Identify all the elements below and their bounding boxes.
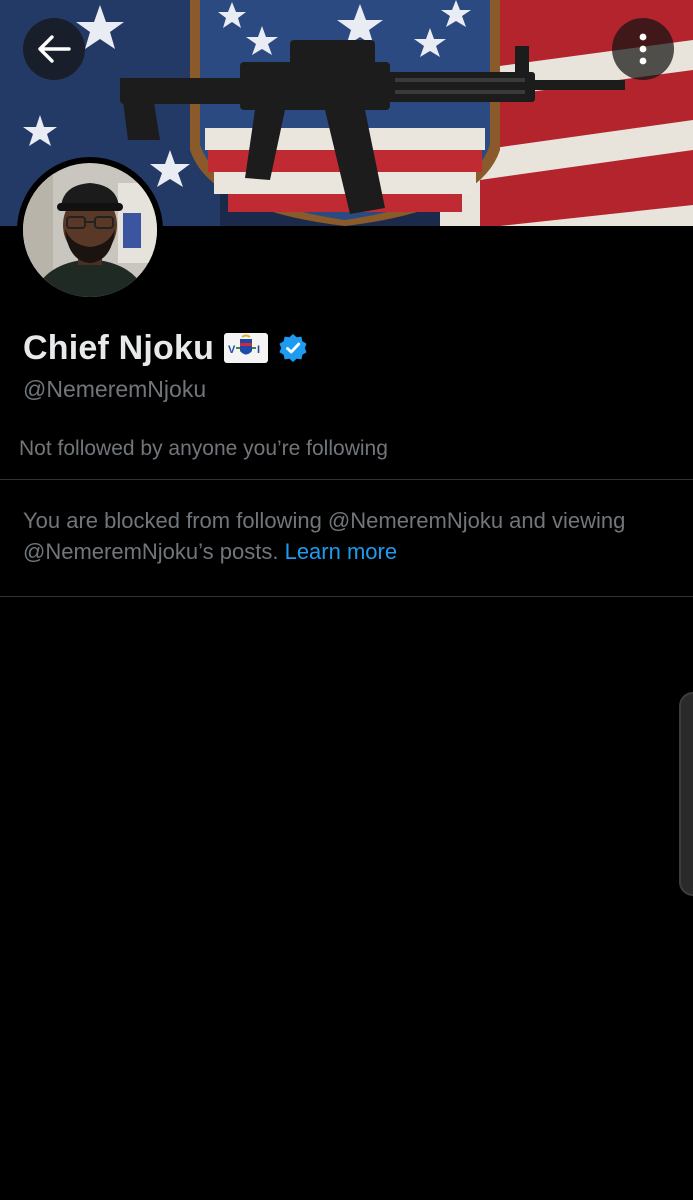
profile-name-row: Chief Njoku V I	[23, 326, 308, 370]
learn-more-link[interactable]: Learn more	[285, 539, 398, 564]
arrow-left-icon	[38, 35, 71, 63]
avatar[interactable]	[17, 157, 163, 303]
svg-text:I: I	[257, 344, 260, 356]
avatar-photo	[23, 163, 157, 297]
divider	[0, 479, 693, 480]
edge-panel-handle[interactable]	[679, 692, 693, 896]
verified-badge-icon[interactable]	[278, 333, 308, 363]
divider	[0, 596, 693, 597]
profile-handle: @NemeremNjoku	[23, 376, 207, 402]
more-options-button[interactable]	[612, 18, 674, 80]
back-button[interactable]	[23, 18, 85, 80]
svg-text:V: V	[228, 344, 236, 356]
us-virgin-islands-flag-icon: V I	[224, 333, 269, 363]
followers-you-know-note: Not followed by anyone you’re following	[19, 437, 388, 460]
more-vertical-icon	[639, 33, 647, 65]
display-name: Chief Njoku	[23, 328, 215, 367]
blocked-notice: You are blocked from following @NemeremN…	[23, 505, 673, 567]
